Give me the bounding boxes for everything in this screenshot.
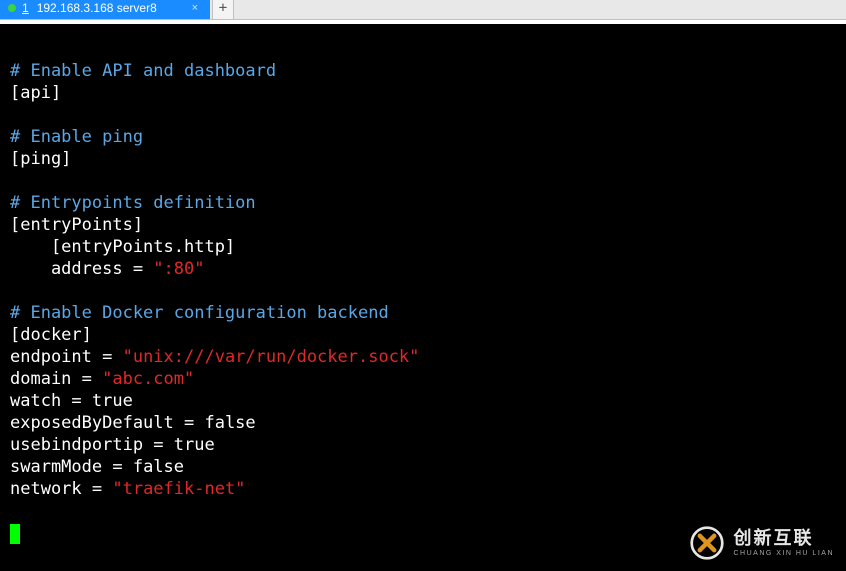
code-line: [api] xyxy=(10,83,61,103)
terminal[interactable]: # Enable API and dashboard [api] # Enabl… xyxy=(0,24,846,571)
code-string: "abc.com" xyxy=(102,369,194,389)
code-line: [entryPoints.http] xyxy=(10,237,235,257)
code-key: network = xyxy=(10,479,112,499)
code-string: ":80" xyxy=(153,259,204,279)
code-line: [ping] xyxy=(10,149,71,169)
code-key: address = xyxy=(10,259,153,279)
code-bool: false xyxy=(204,413,255,433)
tab-index: 1 xyxy=(22,1,29,15)
tab-active[interactable]: 1 192.168.3.168 server8 × xyxy=(0,0,210,19)
code-key: usebindportip = xyxy=(10,435,174,455)
code-key: watch = xyxy=(10,391,92,411)
close-icon[interactable]: × xyxy=(190,2,200,14)
code-key: domain = xyxy=(10,369,102,389)
logo-icon xyxy=(689,525,725,561)
code-key: exposedByDefault = xyxy=(10,413,204,433)
code-line: # Entrypoints definition xyxy=(10,193,256,213)
code-line: # Enable ping xyxy=(10,127,143,147)
tab-bar: 1 192.168.3.168 server8 × + xyxy=(0,0,846,20)
code-line: # Enable API and dashboard xyxy=(10,61,276,81)
watermark-subtext: CHUANG XIN HU LIAN xyxy=(733,550,834,557)
code-bool: false xyxy=(133,457,184,477)
watermark-text: 创新互联 xyxy=(733,529,834,547)
code-line: [entryPoints] xyxy=(10,215,143,235)
code-line: [docker] xyxy=(10,325,92,345)
code-bool: true xyxy=(174,435,215,455)
status-dot-icon xyxy=(8,4,16,12)
tab-title: 192.168.3.168 server8 xyxy=(37,1,184,15)
code-bool: true xyxy=(92,391,133,411)
new-tab-button[interactable]: + xyxy=(212,0,234,19)
cursor-icon xyxy=(10,524,20,544)
code-line: # Enable Docker configuration backend xyxy=(10,303,389,323)
code-string: "unix:///var/run/docker.sock" xyxy=(123,347,420,367)
code-string: "traefik-net" xyxy=(112,479,245,499)
code-key: endpoint = xyxy=(10,347,123,367)
code-key: swarmMode = xyxy=(10,457,133,477)
watermark: 创新互联 CHUANG XIN HU LIAN xyxy=(689,525,834,561)
